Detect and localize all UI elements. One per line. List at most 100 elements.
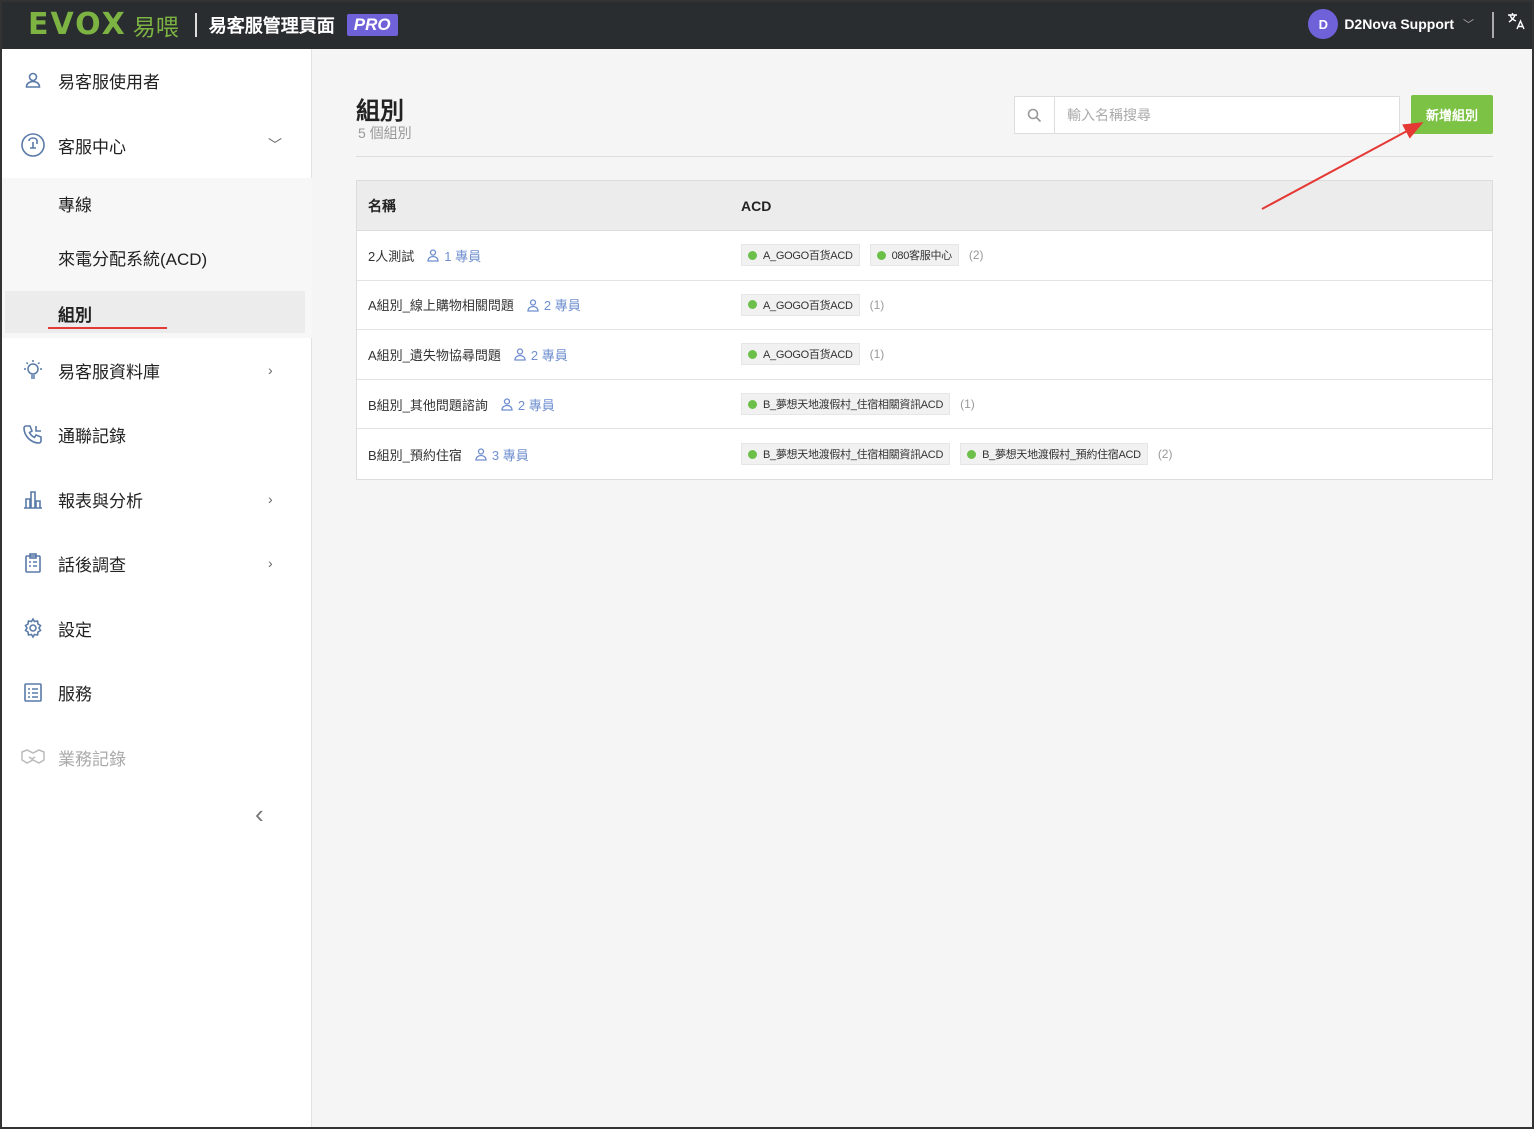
logo[interactable]: EVOX 易喂 xyxy=(28,7,179,42)
status-dot-icon xyxy=(748,250,757,260)
sidebar-item-business-records[interactable]: 業務記錄 xyxy=(0,737,312,777)
sidebar-item-reports[interactable]: 報表與分析 › xyxy=(0,479,312,519)
bar-chart-icon xyxy=(20,486,46,512)
sidebar-item-survey[interactable]: 話後調查 › xyxy=(0,543,312,583)
handshake-icon xyxy=(20,744,46,770)
status-dot-icon xyxy=(748,399,757,409)
gear-icon xyxy=(20,615,46,641)
translate-icon[interactable] xyxy=(1506,11,1526,36)
header-divider-right xyxy=(1492,12,1494,38)
sidebar-item-label: 易客服資料庫 xyxy=(58,362,160,382)
user-name: D2Nova Support xyxy=(1344,16,1454,32)
user-icon xyxy=(20,67,46,93)
clipboard-icon xyxy=(20,550,46,576)
chevron-right-icon: › xyxy=(268,555,273,571)
group-name-cell: 2人測試 1 專員 xyxy=(368,246,481,265)
group-name-cell: A組別_遺失物協尋問題 2 專員 xyxy=(368,345,568,364)
sidebar-subitem-acd[interactable]: 來電分配系統(ACD) xyxy=(0,237,312,277)
group-name-cell: B組別_其他問題諮詢 2 專員 xyxy=(368,395,555,414)
acd-cell: B_夢想天地渡假村_住宿相關資訊ACD B_夢想天地渡假村_預約住宿ACD (2… xyxy=(741,443,1173,466)
user-icon xyxy=(427,249,439,262)
sidebar-subitem-label: 專線 xyxy=(58,195,92,215)
user-icon xyxy=(527,299,539,312)
sidebar-item-label: 客服中心 xyxy=(58,137,126,157)
member-count: 1 專員 xyxy=(426,246,481,265)
member-count: 2 專員 xyxy=(526,295,581,314)
top-bar: EVOX 易喂 易客服管理頁面 PRO D D2Nova Support ﹀ xyxy=(0,0,1534,49)
sidebar-item-label: 易客服使用者 xyxy=(58,72,160,92)
list-icon xyxy=(20,679,46,705)
sidebar-subitem-label: 來電分配系統(ACD) xyxy=(58,249,208,269)
group-name-cell: A組別_線上購物相關問題 2 專員 xyxy=(368,295,581,314)
groups-table: 名稱 ACD 2人測試 1 專員 A_GOGO百货ACD 080客服中心 (2)… xyxy=(356,180,1493,480)
acd-count: (1) xyxy=(869,297,885,312)
acd-tag[interactable]: B_夢想天地渡假村_預約住宿ACD xyxy=(960,443,1148,466)
sidebar-item-label: 通聯記錄 xyxy=(58,426,126,446)
acd-tag[interactable]: 080客服中心 xyxy=(869,244,959,267)
acd-cell: B_夢想天地渡假村_住宿相關資訊ACD (1) xyxy=(741,393,975,416)
main-content: 組別 5 個組別 新增組別 名稱 ACD 2人測試 1 專員 A_GOGO百货A… xyxy=(313,49,1532,1129)
phone-icon xyxy=(20,421,46,447)
group-name[interactable]: A組別_線上購物相關問題 xyxy=(368,295,514,314)
sidebar-item-service-center[interactable]: 客服中心 ﹀ xyxy=(0,125,312,165)
sidebar-item-label: 報表與分析 xyxy=(58,491,143,511)
acd-cell: A_GOGO百货ACD (1) xyxy=(741,343,885,366)
collapse-sidebar-icon[interactable]: ‹ xyxy=(255,799,264,830)
table-row[interactable]: B組別_其他問題諮詢 2 專員 B_夢想天地渡假村_住宿相關資訊ACD (1) xyxy=(357,380,1492,430)
member-count: 2 專員 xyxy=(500,395,555,414)
sidebar-item-label: 話後調查 xyxy=(58,555,126,575)
member-count: 3 專員 xyxy=(474,445,529,464)
logo-cn: 易喂 xyxy=(132,13,179,40)
user-icon xyxy=(475,448,487,461)
acd-tag[interactable]: A_GOGO百货ACD xyxy=(741,244,860,267)
status-dot-icon xyxy=(748,449,757,459)
group-name-cell: B組別_預約住宿 3 專員 xyxy=(368,445,529,464)
status-dot-icon xyxy=(748,300,757,310)
sidebar-item-knowledge-base[interactable]: 易客服資料庫 › xyxy=(0,350,312,390)
acd-tag[interactable]: B_夢想天地渡假村_住宿相關資訊ACD xyxy=(741,443,951,466)
acd-count: (1) xyxy=(960,397,975,412)
acd-tag[interactable]: A_GOGO百货ACD xyxy=(741,343,860,366)
search-icon xyxy=(1015,97,1055,133)
column-header-name[interactable]: 名稱 xyxy=(368,196,396,216)
annotation-underline xyxy=(48,327,167,329)
divider xyxy=(356,156,1493,157)
sidebar-item-services[interactable]: 服務 xyxy=(0,672,312,712)
add-group-button[interactable]: 新增組別 xyxy=(1411,95,1493,134)
group-name[interactable]: 2人測試 xyxy=(368,246,414,265)
column-header-acd[interactable]: ACD xyxy=(741,198,771,214)
acd-tag[interactable]: A_GOGO百货ACD xyxy=(741,293,860,316)
sidebar-item-label: 服務 xyxy=(58,684,92,704)
user-icon xyxy=(514,348,526,362)
sidebar-item-call-logs[interactable]: 通聯記錄 xyxy=(0,414,312,454)
chevron-down-icon: ﹀ xyxy=(268,137,282,153)
group-name[interactable]: B組別_其他問題諮詢 xyxy=(368,395,488,414)
sidebar: 易客服使用者 客服中心 ﹀ 專線 來電分配系統(ACD) 組別 易客服資料庫 ›… xyxy=(0,49,312,1129)
table-row[interactable]: 2人測試 1 專員 A_GOGO百货ACD 080客服中心 (2) xyxy=(357,231,1492,281)
search-input[interactable] xyxy=(1055,97,1399,133)
sidebar-item-users[interactable]: 易客服使用者 xyxy=(0,60,312,100)
group-name[interactable]: B組別_預約住宿 xyxy=(368,445,462,464)
pro-badge: PRO xyxy=(346,13,398,36)
table-row[interactable]: B組別_預約住宿 3 專員 B_夢想天地渡假村_住宿相關資訊ACD B_夢想天地… xyxy=(357,429,1492,479)
header-divider xyxy=(194,12,197,37)
group-name[interactable]: A組別_遺失物協尋問題 xyxy=(368,345,501,364)
status-dot-icon xyxy=(876,250,886,260)
member-count: 2 專員 xyxy=(513,345,568,364)
user-menu[interactable]: D D2Nova Support ﹀ xyxy=(1308,9,1474,39)
acd-tag[interactable]: B_夢想天地渡假村_住宿相關資訊ACD xyxy=(741,393,951,416)
chevron-right-icon: › xyxy=(268,362,273,378)
acd-count: (1) xyxy=(869,347,885,362)
table-row[interactable]: A組別_遺失物協尋問題 2 專員 A_GOGO百货ACD (1) xyxy=(357,330,1492,380)
acd-count: (2) xyxy=(1157,447,1173,462)
acd-count: (2) xyxy=(968,248,984,263)
acd-cell: A_GOGO百货ACD (1) xyxy=(741,293,885,316)
table-row[interactable]: A組別_線上購物相關問題 2 專員 A_GOGO百货ACD (1) xyxy=(357,281,1492,331)
lightbulb-icon xyxy=(20,357,46,383)
sidebar-item-settings[interactable]: 設定 xyxy=(0,608,312,648)
table-header: 名稱 ACD xyxy=(357,181,1492,231)
sidebar-item-label: 設定 xyxy=(58,620,92,640)
sidebar-subitem-lines[interactable]: 專線 xyxy=(0,183,312,223)
sidebar-item-label: 業務記錄 xyxy=(58,749,126,769)
group-count: 5 個組別 xyxy=(358,125,412,141)
